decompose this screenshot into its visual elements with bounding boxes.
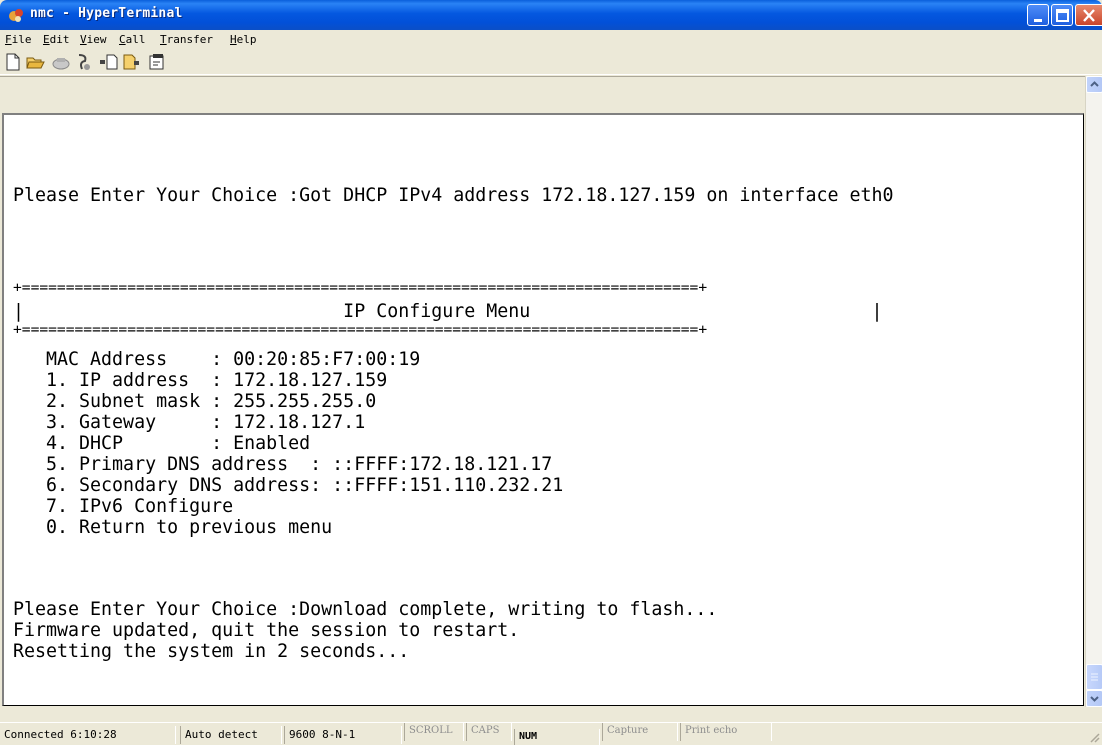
terminal-line: Please Enter Your Choice :Download compl… [13,599,718,620]
grip-lines-icon [1091,673,1098,681]
dial-button[interactable] [73,52,93,72]
terminal-line: 3. Gateway : 172.18.127.1 [13,412,366,433]
vertical-scrollbar[interactable] [1085,76,1102,707]
dial-icon [78,54,90,70]
open-button[interactable] [25,52,45,72]
close-icon [1083,9,1095,22]
terminal-line: Firmware updated, quit the session to re… [13,620,520,641]
status-num: NUM [514,729,600,745]
toolbar [0,49,1102,75]
menu-edit-label: dit [49,33,70,46]
status-bar: Connected 6:10:28 Auto detect 9600 8-N-1… [0,722,1102,745]
send-file-icon [100,54,118,70]
menu-file[interactable]: File [5,33,32,46]
terminal-line: 7. IPv6 Configure [13,496,234,517]
properties-button[interactable] [147,52,167,72]
menu-bar: File Edit View Call Transfer Help [0,30,1102,49]
receive-file-icon [123,54,139,70]
terminal-line: | IP Configure Menu | [13,301,883,322]
menu-call-label: all [125,33,146,46]
terminal-line: Resetting the system in 2 seconds... [13,641,410,662]
window-title: nmc - HyperTerminal [30,6,183,21]
scroll-up-button[interactable] [1086,76,1102,93]
menu-file-key: F [5,33,12,46]
menu-edit[interactable]: Edit [43,33,70,46]
menu-transfer-label: ransfer [166,33,213,46]
terminal-line: 0. Return to previous menu [13,517,333,538]
terminal-line: 1. IP address : 172.18.127.159 [13,370,388,391]
terminal-line: +=======================================… [13,321,708,338]
chevron-down-icon [1090,696,1099,702]
terminal-screen[interactable]: Please Enter Your Choice :Got DHCP IPv4 … [2,113,1084,706]
terminal-line: 2. Subnet mask : 255.255.255.0 [13,391,377,412]
status-scroll: SCROLL [404,723,464,741]
open-icon [26,57,45,69]
properties-icon [149,54,164,70]
minimize-icon [1034,19,1042,22]
menu-transfer-key: T [160,33,167,46]
receive-file-button[interactable] [121,52,141,72]
menu-help-key: H [230,33,237,46]
menu-help[interactable]: Help [230,33,257,46]
terminal-line: Please Enter Your Choice :Got DHCP IPv4 … [13,185,894,206]
menu-view[interactable]: View [80,33,107,46]
menu-call[interactable]: Call [119,33,146,46]
status-connected: Connected 6:10:28 [0,726,176,744]
terminal-line: 5. Primary DNS address : ::FFFF:172.18.1… [13,454,553,475]
status-caps: CAPS [466,723,512,741]
close-button[interactable] [1075,4,1102,26]
menu-transfer[interactable]: Transfer [160,33,213,46]
disconnect-button[interactable] [51,52,71,72]
menu-view-label: iew [86,33,107,46]
new-connection-button[interactable] [3,52,23,72]
title-bar: nmc - HyperTerminal [0,0,1102,30]
terminal-frame: Please Enter Your Choice :Got DHCP IPv4 … [0,76,1102,707]
status-settings: 9600 8-N-1 [284,726,402,744]
menu-help-label: elp [236,33,257,46]
new-connection-icon [6,53,20,71]
menu-view-key: V [80,33,87,46]
resize-grip-icon[interactable] [1088,731,1100,743]
maximize-icon [1056,9,1069,22]
scroll-down-button[interactable] [1086,690,1102,707]
menu-file-label: ile [11,33,32,46]
status-capture: Capture [602,723,678,741]
terminal-line: 4. DHCP : Enabled [13,433,311,454]
status-print-echo: Print echo [680,723,772,741]
send-file-button[interactable] [99,52,119,72]
scroll-thumb[interactable] [1086,664,1102,690]
chevron-up-icon [1090,81,1099,87]
disconnect-icon [52,58,70,70]
terminal-line: +=======================================… [13,279,708,296]
maximize-button[interactable] [1051,4,1073,26]
terminal-line: 6. Secondary DNS address: ::FFFF:151.110… [13,475,564,496]
terminal-line: MAC Address : 00:20:85:F7:00:19 [13,349,421,370]
menu-edit-key: E [43,33,50,46]
status-detect: Auto detect [180,726,282,744]
menu-call-key: C [119,33,126,46]
minimize-button[interactable] [1027,4,1049,26]
hyperterminal-app-icon [9,9,23,22]
